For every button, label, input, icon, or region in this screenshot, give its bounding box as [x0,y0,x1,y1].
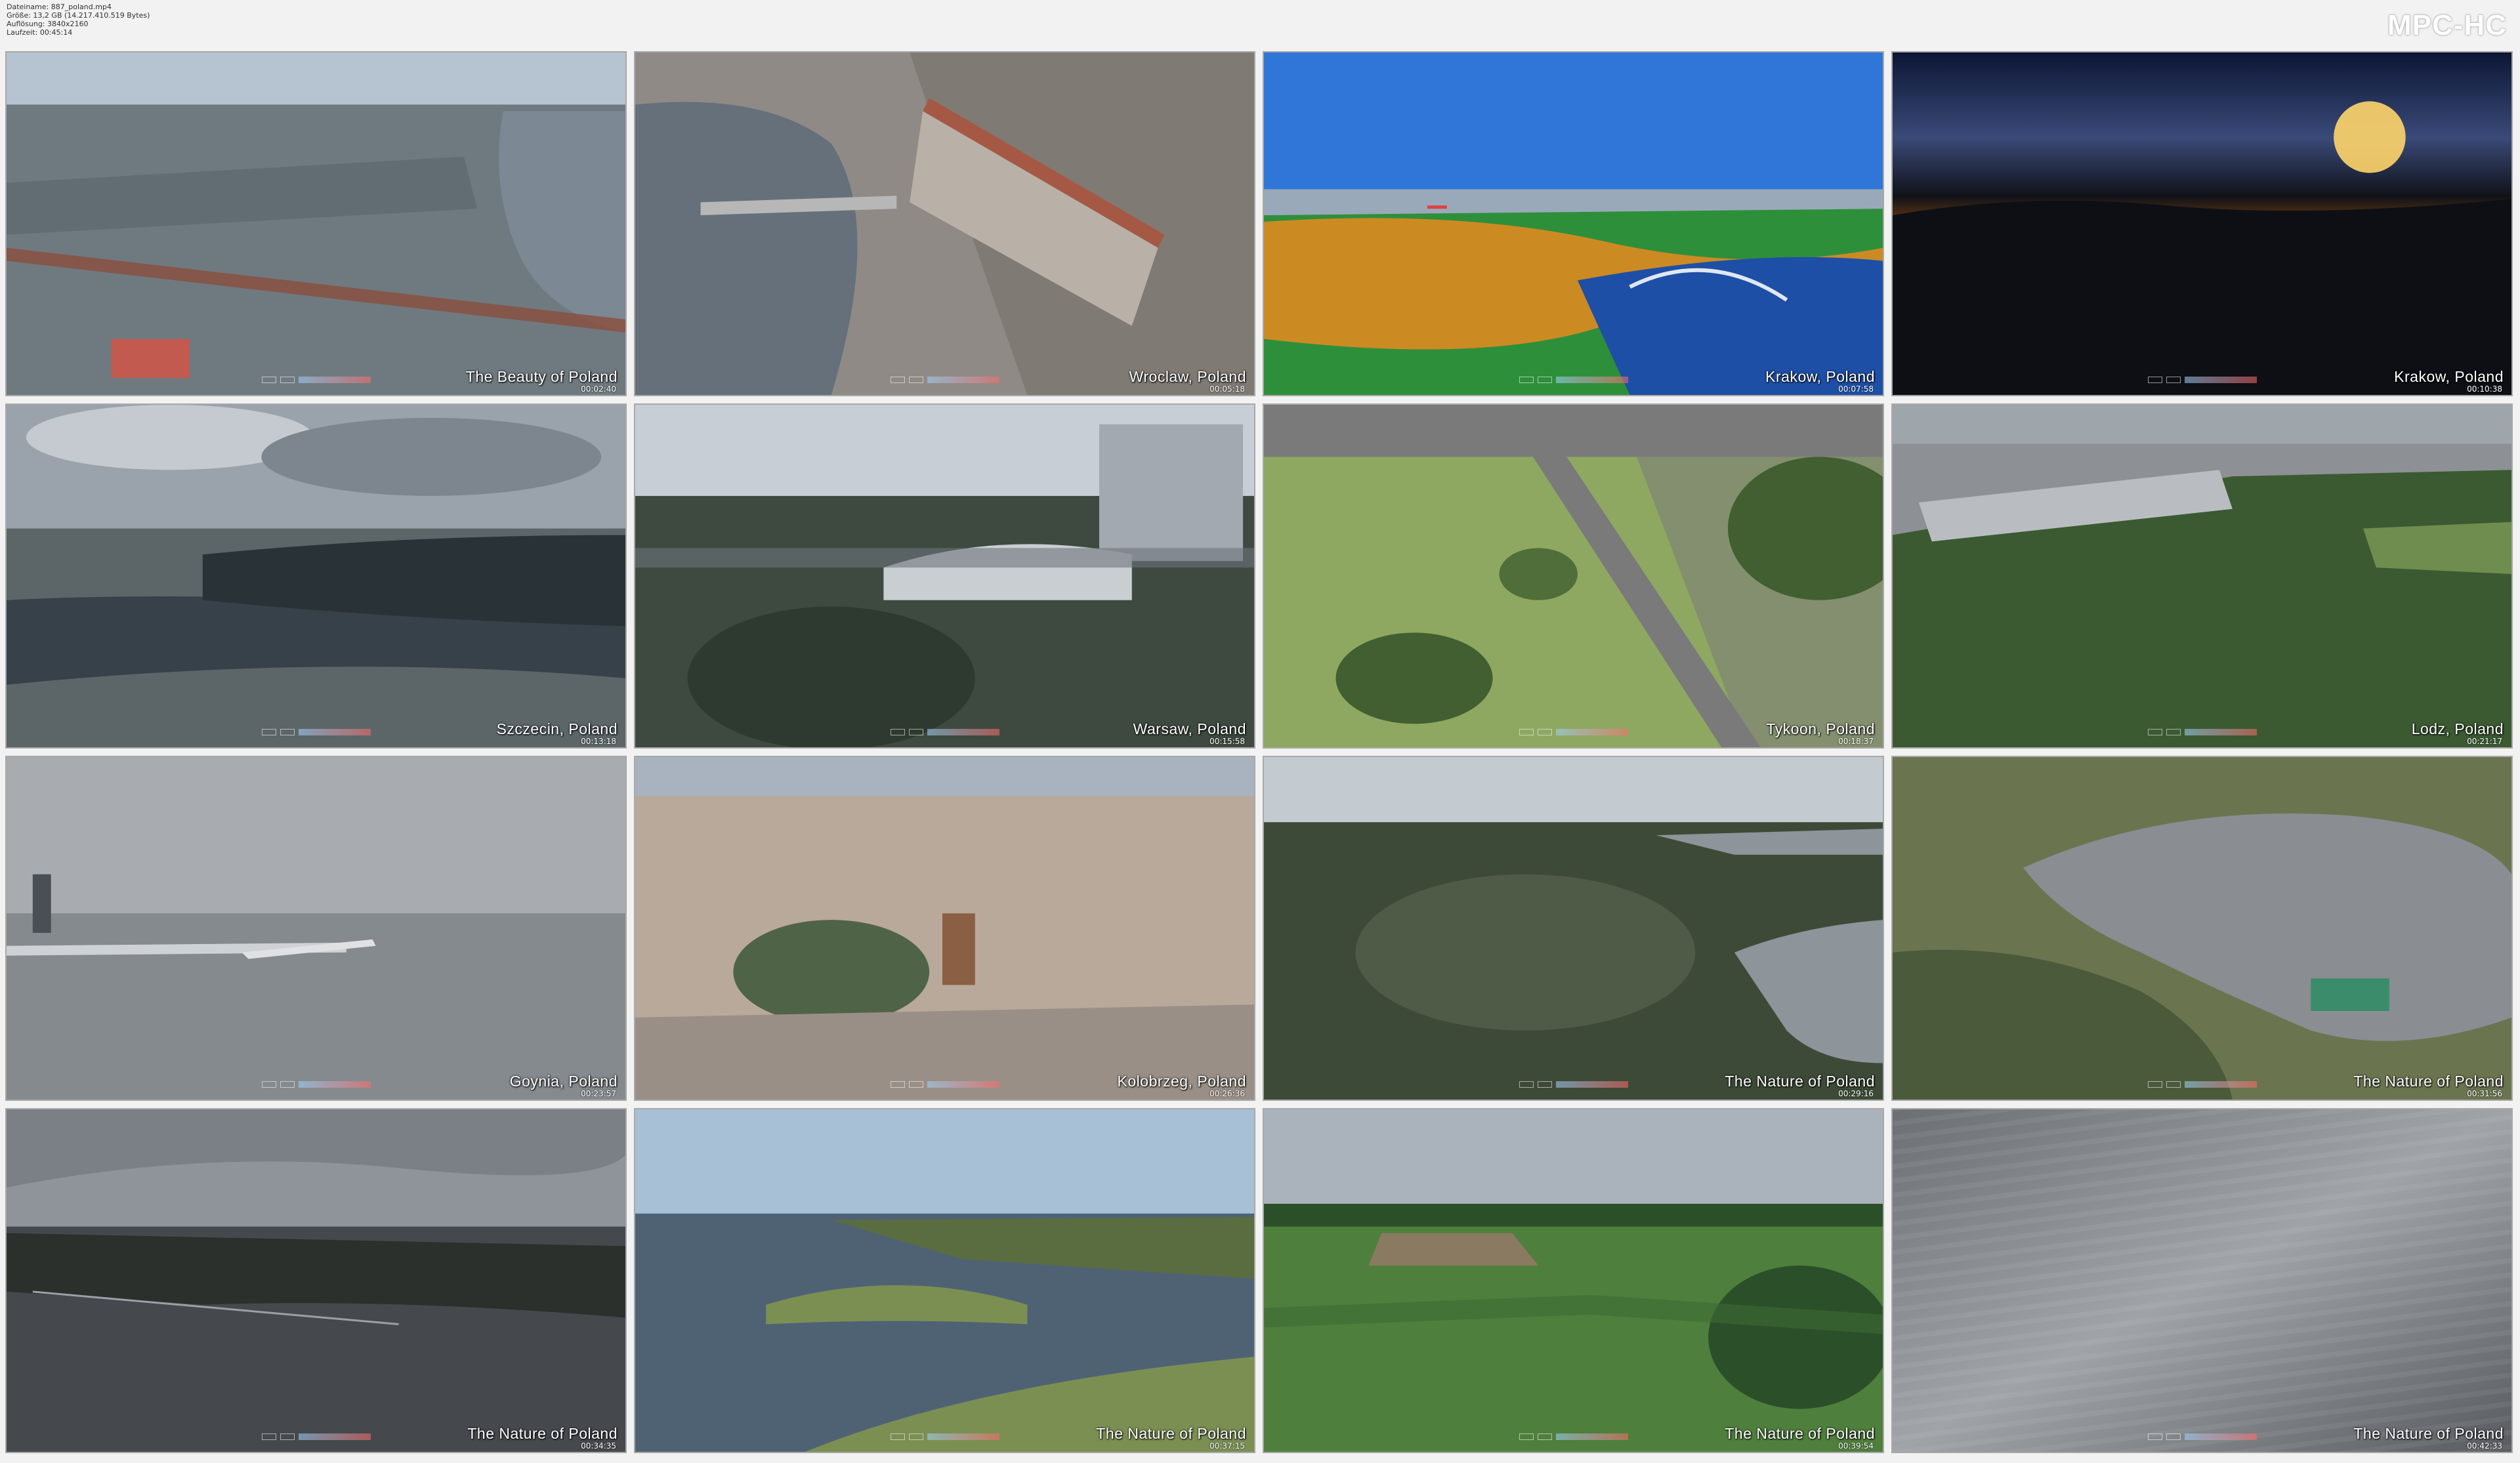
scene-image [7,1109,625,1452]
scene-image [1893,52,2511,395]
thumbnail-timestamp: 00:05:18 [1209,384,1245,394]
watermark-logo [890,729,999,735]
watermark-logo [261,729,371,735]
thumbnail-caption: Lodz, Poland [2411,720,2504,737]
scene-image [1264,1109,1883,1452]
thumbnail-frame: Szczecin, Poland 00:13:18 [5,403,627,749]
thumbnail-timestamp: 00:26:36 [1209,1089,1245,1098]
thumbnail-grid: The Beauty of Poland 00:02:40 Wroclaw, P… [5,51,2517,1460]
thumbnail-frame: Krakow, Poland 00:07:58 [1263,51,1884,396]
thumbnail-caption: Goynia, Poland [509,1073,618,1090]
thumbnail-caption: Warsaw, Poland [1133,720,1246,737]
thumbnail-frame: Warsaw, Poland 00:15:58 [634,403,1255,749]
watermark-logo [1519,729,1628,735]
thumbnail-timestamp: 00:21:17 [2467,737,2502,746]
thumbnail-timestamp: 00:10:38 [2467,384,2502,394]
scene-image [1264,52,1883,395]
thumbnail-frame: Goynia, Poland 00:23:57 [5,756,627,1101]
watermark-logo [261,377,371,383]
thumbnail-caption: The Nature of Poland [2353,1073,2504,1090]
scene-image [635,757,1254,1100]
watermark-logo [1519,377,1628,383]
scene-image [635,405,1254,747]
scene-image [7,405,625,747]
watermark-logo [1519,1433,1628,1440]
resolution-text: Auflösung: 3840x2160 [7,20,89,28]
brand-logo: MPC-HC [2387,9,2507,41]
filename-text: Dateiname: 887_poland.mp4 [7,3,112,11]
thumbnail-frame: The Nature of Poland 00:29:16 [1263,756,1884,1101]
thumbnail-caption: Szczecin, Poland [496,720,618,737]
filesize-text: Größe: 13,2 GB (14.217.410.519 Bytes) [7,11,150,20]
watermark-logo [1519,1081,1628,1088]
thumbnail-frame: Tykoon, Poland 00:18:37 [1263,403,1884,749]
thumbnail-caption: Krakow, Poland [1765,368,1875,385]
thumbnail-caption: Wroclaw, Poland [1129,368,1246,385]
thumbnail-frame: The Beauty of Poland 00:02:40 [5,51,627,396]
watermark-logo [261,1433,371,1440]
thumbnail-timestamp: 00:34:35 [581,1441,616,1451]
thumbnail-caption: Tykoon, Poland [1766,720,1875,737]
scene-image [1264,757,1883,1100]
watermark-logo [2147,729,2257,735]
thumbnail-frame: Wroclaw, Poland 00:05:18 [634,51,1255,396]
thumbnail-timestamp: 00:37:15 [1209,1441,1245,1451]
file-info-header: Dateiname: 887_poland.mp4 Größe: 13,2 GB… [0,0,2520,51]
scene-image [635,52,1254,395]
scene-image [635,1109,1254,1452]
thumbnail-timestamp: 00:31:56 [2467,1089,2502,1098]
watermark-logo [890,377,999,383]
thumbnail-frame: Lodz, Poland 00:21:17 [1891,403,2513,749]
thumbnail-frame: The Nature of Poland 00:34:35 [5,1108,627,1453]
thumbnail-caption: The Nature of Poland [467,1425,618,1442]
watermark-logo [261,1081,371,1088]
watermark-logo [2147,1081,2257,1088]
thumbnail-frame: The Nature of Poland 00:31:56 [1891,756,2513,1101]
thumbnail-frame: Kolobrzeg, Poland 00:26:36 [634,756,1255,1101]
thumbnail-frame: The Nature of Poland 00:42:33 [1891,1108,2513,1453]
thumbnail-timestamp: 00:18:37 [1838,737,1874,746]
scene-image [1264,405,1883,747]
watermark-logo [890,1433,999,1440]
scene-image [7,757,625,1100]
thumbnail-caption: The Nature of Poland [1096,1425,1246,1442]
thumbnail-timestamp: 00:23:57 [581,1089,616,1098]
thumbnail-caption: Krakow, Poland [2394,368,2504,385]
duration-text: Laufzeit: 00:45:14 [7,28,73,37]
thumbnail-caption: The Nature of Poland [2353,1425,2504,1442]
scene-image [1893,405,2511,747]
thumbnail-frame: The Nature of Poland 00:37:15 [634,1108,1255,1453]
thumbnail-timestamp: 00:07:58 [1838,384,1874,394]
scene-image [1893,757,2511,1100]
thumbnail-timestamp: 00:13:18 [581,737,616,746]
thumbnail-caption: The Beauty of Poland [465,368,618,385]
scene-image [7,52,625,395]
scene-image [1893,1109,2511,1452]
thumbnail-frame: The Nature of Poland 00:39:54 [1263,1108,1884,1453]
thumbnail-timestamp: 00:15:58 [1209,737,1245,746]
thumbnail-caption: The Nature of Poland [1725,1425,1875,1442]
thumbnail-timestamp: 00:42:33 [2467,1441,2502,1451]
thumbnail-timestamp: 00:39:54 [1838,1441,1874,1451]
thumbnail-frame: Krakow, Poland 00:10:38 [1891,51,2513,396]
thumbnail-timestamp: 00:29:16 [1838,1089,1874,1098]
thumbnail-caption: The Nature of Poland [1725,1073,1875,1090]
thumbnail-timestamp: 00:02:40 [581,384,616,394]
watermark-logo [890,1081,999,1088]
watermark-logo [2147,1433,2257,1440]
watermark-logo [2147,377,2257,383]
thumbnail-caption: Kolobrzeg, Poland [1117,1073,1246,1090]
